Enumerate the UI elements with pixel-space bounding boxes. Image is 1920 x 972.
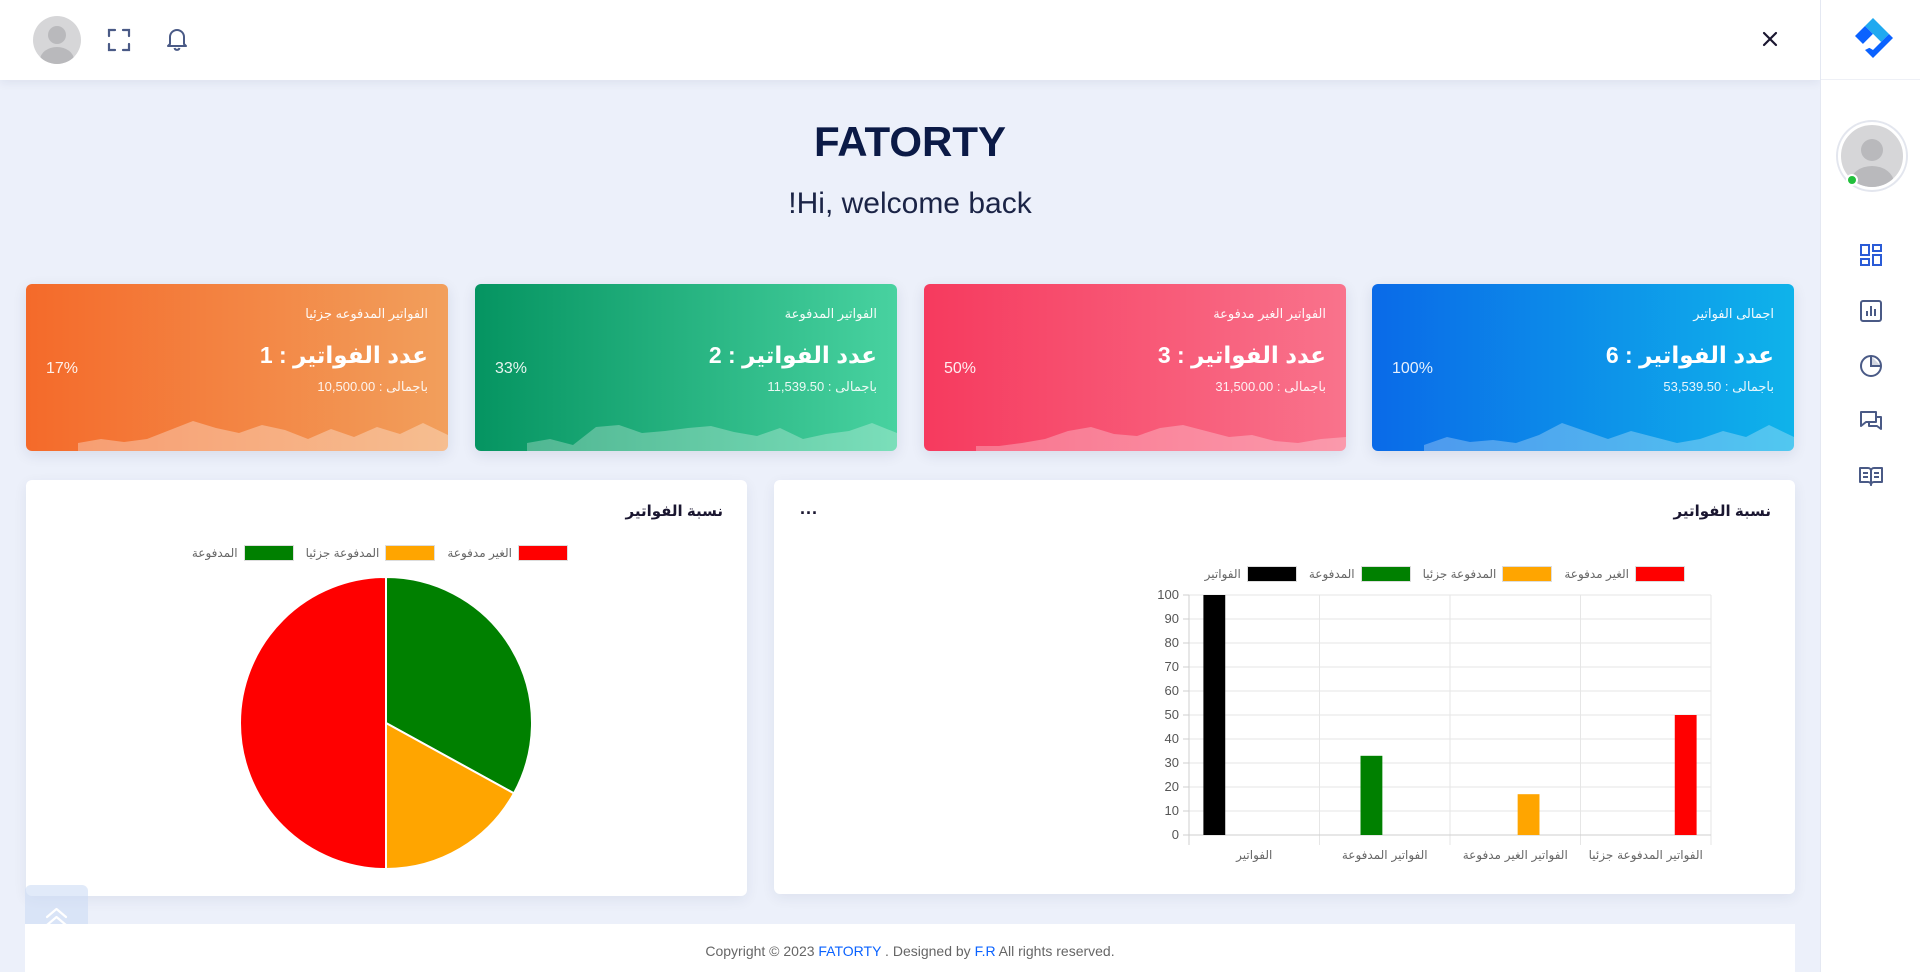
pie-chart-panel: نسبة الفواتير الغير مدفوعة المدفوعة جزئيا… [26, 480, 747, 896]
bar-chart: 0 10 20 30 40 50 60 70 80 90 100 الفواتير الفواتير ا… [1157, 587, 1712, 863]
card-count: عدد الفواتير : 6 [1605, 342, 1774, 368]
book-icon[interactable] [1857, 462, 1885, 490]
bell-icon[interactable] [163, 25, 191, 53]
reports-icon[interactable] [1857, 297, 1885, 325]
sidebar-divider [1821, 79, 1920, 80]
fullscreen-icon[interactable] [106, 27, 132, 53]
footer-designer-link[interactable]: F.R [975, 943, 996, 959]
sparkline [976, 425, 1346, 451]
y-tick-label: 40 [1165, 731, 1179, 746]
sparkline [527, 423, 897, 451]
sidebar [1820, 0, 1920, 972]
card-label: الفواتير الغير مدفوعة [1213, 306, 1326, 321]
x-tick-label: الفواتير [1235, 848, 1272, 863]
card-total: باجمالى : 11,539.50 [767, 379, 877, 394]
card-total: باجمالى : 53,539.50 [1663, 379, 1774, 394]
y-tick-label: 20 [1165, 779, 1179, 794]
bar[interactable] [1674, 715, 1697, 835]
stat-card-paid[interactable]: الفواتير المدفوعة عدد الفواتير : 2 باجما… [475, 284, 897, 451]
bar[interactable] [1360, 755, 1383, 835]
top-header [0, 0, 1820, 80]
footer-copyright: Copyright © 2023 [705, 943, 819, 959]
online-status-dot [1846, 174, 1858, 186]
close-icon[interactable] [1757, 26, 1783, 52]
card-label: الفواتير المدفوعة [784, 306, 877, 321]
footer-designed-by: . Designed by [881, 943, 975, 959]
card-count: عدد الفواتير : 1 [259, 342, 428, 368]
user-avatar[interactable] [33, 16, 81, 64]
sparkline [78, 421, 448, 451]
card-label: اجمالى الفواتير [1693, 306, 1774, 321]
card-count: عدد الفواتير : 3 [1157, 342, 1326, 368]
card-count: عدد الفواتير : 2 [708, 342, 877, 368]
y-tick-label: 50 [1165, 707, 1179, 722]
stat-card-total[interactable]: اجمالى الفواتير عدد الفواتير : 6 باجمالى… [1372, 284, 1794, 451]
page-title: FATORTY [813, 118, 1007, 165]
card-percent: 17% [46, 360, 79, 377]
x-tick-label: الفواتير المدفوعة [1342, 848, 1428, 863]
welcome-subtitle: !Hi, welcome back [788, 187, 1032, 220]
y-tick-label: 0 [1172, 827, 1179, 842]
footer-rights: All rights reserved. [995, 943, 1115, 959]
dashboard-icon[interactable] [1857, 241, 1885, 269]
y-tick-label: 70 [1165, 659, 1179, 674]
bar[interactable] [1203, 595, 1226, 835]
stat-card-unpaid[interactable]: الفواتير الغير مدفوعة عدد الفواتير : 3 ب… [924, 284, 1346, 451]
card-percent: 33% [495, 360, 528, 377]
bar-chart-panel: نسبة الفواتير ... الغير مدفوعة المدفوعة ج… [774, 480, 1795, 894]
footer-brand-link[interactable]: FATORTY [818, 943, 881, 959]
y-tick-label: 100 [1157, 587, 1179, 602]
card-label: الفواتير المدفوعه جزئيا [305, 306, 428, 321]
y-tick-label: 80 [1165, 635, 1179, 650]
card-total: باجمالى : 10,500.00 [317, 379, 428, 394]
pie-slice[interactable] [239, 575, 387, 871]
y-tick-label: 90 [1165, 611, 1179, 626]
sparkline [1424, 423, 1794, 451]
footer: Copyright © 2023 FATORTY . Designed by F… [25, 924, 1795, 972]
card-total: باجمالى : 31,500.00 [1215, 379, 1326, 394]
pie-chart [239, 575, 533, 871]
y-tick-label: 10 [1165, 803, 1179, 818]
stat-card-partial[interactable]: الفواتير المدفوعه جزئيا عدد الفواتير : 1… [26, 284, 448, 451]
y-tick-label: 60 [1165, 683, 1179, 698]
x-tick-label: الفواتير الغير مدفوعة [1463, 848, 1568, 863]
card-percent: 50% [944, 360, 977, 377]
chat-icon[interactable] [1857, 407, 1885, 435]
card-percent: 100% [1392, 360, 1433, 377]
brand-logo[interactable] [1851, 16, 1895, 60]
x-tick-label: الفواتير المدفوعة جزئيا [1589, 848, 1703, 863]
pie-chart-icon[interactable] [1857, 352, 1885, 380]
y-tick-label: 30 [1165, 755, 1179, 770]
bar[interactable] [1517, 794, 1540, 835]
